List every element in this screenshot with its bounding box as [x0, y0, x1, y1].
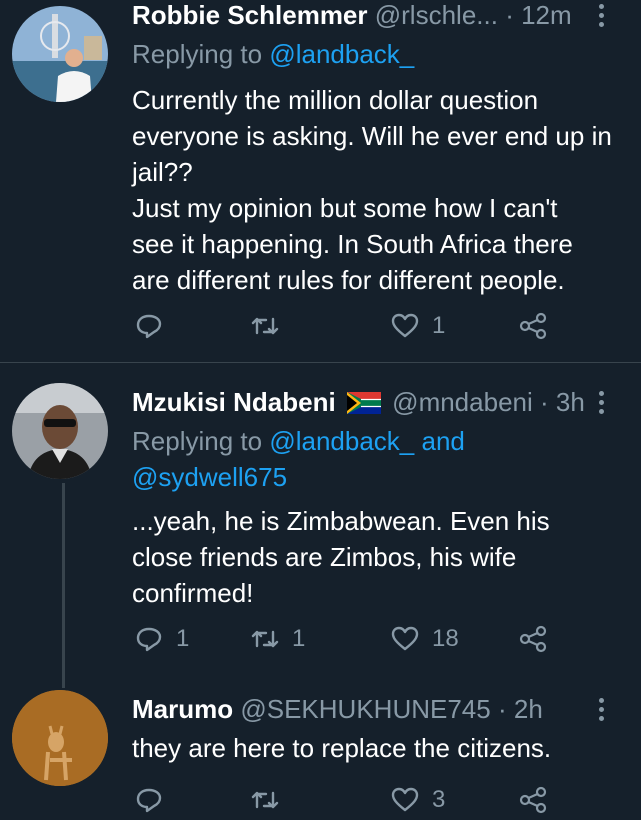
retweet-button[interactable]: 1 — [250, 619, 305, 659]
replying-to: Replying to @landback_ and @sydwell675 — [132, 426, 465, 492]
user-handle[interactable]: @mndabeni — [392, 387, 533, 417]
display-name[interactable]: Mzukisi Ndabeni — [132, 387, 336, 417]
share-icon — [519, 625, 547, 653]
retweet-count: 1 — [292, 625, 306, 652]
user-handle[interactable]: @SEKHUKHUNE745 — [240, 694, 490, 724]
timestamp[interactable]: 12m — [521, 0, 572, 30]
like-count: 18 — [432, 625, 459, 652]
like-count: 1 — [432, 312, 446, 339]
timestamp[interactable]: 3h — [556, 387, 585, 417]
display-name[interactable]: Robbie Schlemmer — [132, 0, 368, 30]
more-options-icon[interactable] — [595, 385, 607, 419]
share-button[interactable] — [518, 306, 548, 346]
tweet-text: they are here to replace the citizens. — [132, 733, 552, 763]
user-handle[interactable]: @rlschle... — [375, 0, 498, 30]
reply-icon — [136, 314, 162, 339]
reply-button[interactable] — [134, 306, 176, 346]
tweet-text: ...yeah, he is Zimbabwean. Even his clos… — [132, 506, 550, 608]
timestamp[interactable]: 2h — [514, 694, 543, 724]
reply-button[interactable]: 1 — [134, 619, 189, 659]
replying-to: Replying to @landback_ — [132, 39, 415, 69]
more-options-icon[interactable] — [595, 692, 607, 726]
tweet-marumo[interactable]: Marumo @SEKHUKHUNE745 · 2h they are here… — [0, 688, 641, 814]
tweet-actions: 1 — [132, 306, 572, 346]
south-africa-flag-icon — [346, 392, 381, 414]
reply-count: 1 — [176, 625, 190, 652]
tweet-header: Robbie Schlemmer @rlschle... · 12m — [132, 0, 625, 32]
tweet-actions: 3 — [132, 780, 572, 820]
thread-line — [62, 483, 65, 688]
like-button[interactable]: 18 — [390, 619, 459, 659]
heart-icon — [391, 626, 419, 651]
retweet-icon — [251, 317, 279, 335]
heart-icon — [391, 313, 419, 338]
retweet-button[interactable] — [250, 306, 292, 346]
avatar[interactable] — [12, 383, 108, 479]
reply-icon — [136, 627, 162, 652]
tweet-text: Currently the million dollar question ev… — [132, 85, 612, 295]
avatar[interactable] — [12, 690, 108, 786]
separator: · — [505, 0, 514, 30]
tweet-actions: 1 1 18 — [132, 619, 572, 659]
like-button[interactable]: 3 — [390, 780, 445, 820]
retweet-button[interactable] — [250, 780, 292, 820]
more-options-icon[interactable] — [595, 0, 607, 32]
separator: · — [540, 387, 549, 417]
tweet-header: Marumo @SEKHUKHUNE745 · 2h — [132, 692, 625, 726]
avatar[interactable] — [12, 6, 108, 102]
mention-link[interactable]: @landback_ — [269, 426, 414, 456]
reply-button[interactable] — [134, 780, 176, 820]
mention-link[interactable]: @sydwell675 — [132, 462, 287, 492]
share-button[interactable] — [518, 619, 548, 659]
like-button[interactable]: 1 — [390, 306, 445, 346]
tweet-robbie[interactable]: Robbie Schlemmer @rlschle... · 12m Reply… — [0, 0, 641, 362]
retweet-icon — [251, 630, 279, 648]
share-button[interactable] — [518, 780, 548, 820]
tweet-header: Mzukisi Ndabeni @mndabeni · 3h — [132, 385, 625, 419]
display-name[interactable]: Marumo — [132, 694, 233, 724]
share-icon — [519, 312, 547, 340]
like-count: 3 — [432, 786, 446, 813]
mention-link[interactable]: @landback_ — [269, 39, 414, 69]
separator: · — [497, 694, 507, 724]
tweet-mzukisi[interactable]: Mzukisi Ndabeni @mndabeni · 3h Replying … — [0, 363, 641, 688]
